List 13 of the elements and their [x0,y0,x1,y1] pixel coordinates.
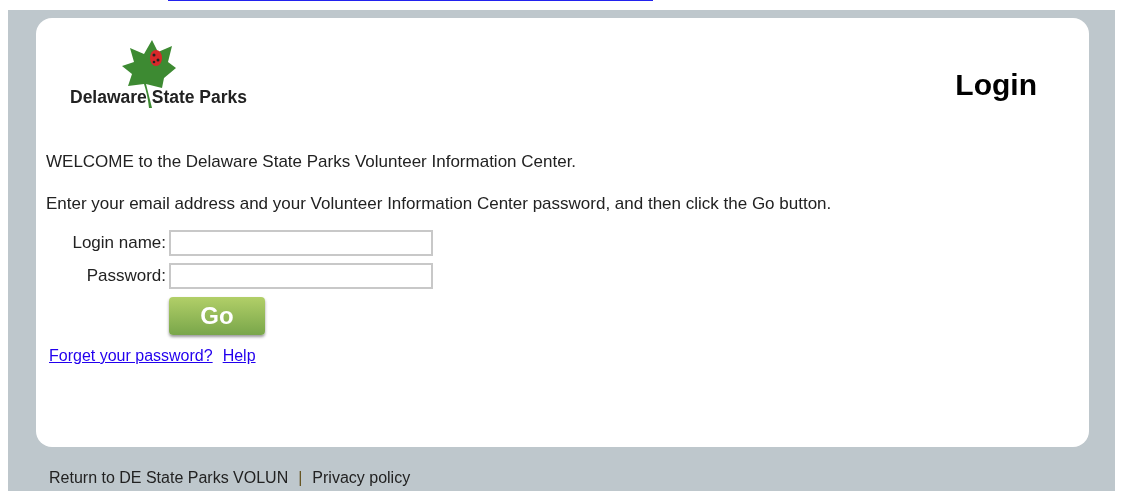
intro-text: Enter your email address and your Volunteer Information Center password, and then click the Go button. [46,194,833,214]
separator: | [298,469,303,487]
login-name-field[interactable] [169,230,433,256]
page-title: Login [955,68,1037,102]
privacy-policy-link[interactable]: Privacy policy [312,469,411,487]
return-link[interactable]: Return to DE State Parks VOLUN [49,469,289,487]
password-field[interactable] [169,263,433,289]
intro-text: WELCOME to the Delaware State Parks Volunteer Information Center. [46,152,578,172]
forgot-password-link[interactable]: Forget your password? [49,347,213,365]
help-link[interactable]: Help [222,347,256,365]
logo-text: Delaware State Parks [70,87,248,108]
field-label: Login name: [71,233,166,253]
field-label: Password: [85,266,166,286]
